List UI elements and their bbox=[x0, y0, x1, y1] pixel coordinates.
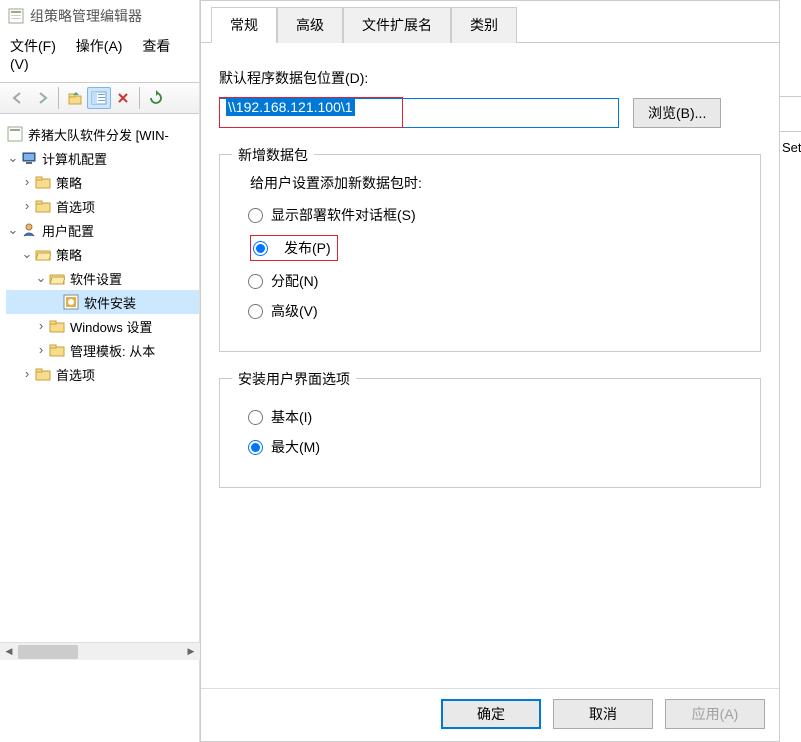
browse-button[interactable]: 浏览(B)... bbox=[633, 98, 721, 128]
folder-icon bbox=[48, 318, 66, 334]
horizontal-scrollbar[interactable]: ◀ ▶ bbox=[0, 642, 200, 660]
left-pane: 组策略管理编辑器 文件(F) 操作(A) 查看(V) 养猪大队软件分发 [ bbox=[0, 0, 200, 742]
show-tree-button[interactable] bbox=[87, 87, 111, 109]
tab-strip: 常规 高级 文件扩展名 类别 bbox=[211, 7, 779, 43]
tree-computer-config[interactable]: ⌄ 计算机配置 bbox=[6, 146, 199, 170]
tool-bar bbox=[0, 82, 199, 114]
folder-icon bbox=[48, 342, 66, 358]
radio-assign-input[interactable] bbox=[248, 274, 263, 289]
tab-general[interactable]: 常规 bbox=[211, 7, 277, 43]
folder-icon bbox=[34, 366, 52, 382]
path-label: 默认程序数据包位置(D): bbox=[219, 68, 761, 88]
tree-uc-policy[interactable]: ⌄ 策略 bbox=[6, 242, 199, 266]
up-button[interactable] bbox=[63, 87, 87, 109]
radio-advanced-input[interactable] bbox=[248, 304, 263, 319]
installer-icon bbox=[62, 294, 80, 310]
radio-publish: 发布(P) bbox=[284, 238, 331, 258]
menu-bar: 文件(F) 操作(A) 查看(V) bbox=[0, 32, 199, 82]
tree-uc-sw-install[interactable]: 软件安装 bbox=[6, 290, 199, 314]
tab-ext[interactable]: 文件扩展名 bbox=[343, 7, 451, 43]
button-row: 确定 取消 应用(A) bbox=[441, 685, 765, 729]
expand-icon[interactable]: › bbox=[34, 343, 48, 358]
tree-cc-pref[interactable]: › 首选项 bbox=[6, 194, 199, 218]
scroll-track[interactable] bbox=[18, 644, 182, 660]
collapse-icon[interactable]: ⌄ bbox=[20, 247, 34, 262]
collapse-icon[interactable]: ⌄ bbox=[34, 271, 48, 286]
refresh-button[interactable] bbox=[144, 87, 168, 109]
computer-icon bbox=[20, 150, 38, 166]
tree-uc-tmpl[interactable]: › 管理模板: 从本 bbox=[6, 338, 199, 362]
scroll-right-icon[interactable]: ▶ bbox=[182, 644, 200, 660]
adjacent-window-peek: Set bbox=[780, 0, 801, 742]
expand-icon[interactable]: › bbox=[34, 319, 48, 334]
properties-dialog: 常规 高级 文件扩展名 类别 默认程序数据包位置(D): \\192.168.1… bbox=[200, 0, 780, 742]
tab-category[interactable]: 类别 bbox=[451, 7, 517, 43]
path-input-wrap: \\192.168.121.100\1 bbox=[219, 98, 619, 128]
scroll-thumb[interactable] bbox=[18, 645, 78, 659]
forward-button[interactable] bbox=[30, 87, 54, 109]
radio-publish-input[interactable] bbox=[253, 241, 268, 256]
app-icon bbox=[8, 8, 24, 24]
folder-icon bbox=[34, 174, 52, 190]
tree-uc-win[interactable]: › Windows 设置 bbox=[6, 314, 199, 338]
path-value: \\192.168.121.100\1 bbox=[226, 98, 355, 116]
folder-open-icon bbox=[34, 246, 52, 262]
expand-icon[interactable]: › bbox=[20, 199, 34, 214]
tree-view[interactable]: 养猪大队软件分发 [WIN- ⌄ 计算机配置 › 策略 › 首选项 ⌄ 用户配置… bbox=[0, 114, 199, 386]
toolbar-separator bbox=[58, 87, 59, 109]
group-ui-options: 安装用户界面选项 基本(I) 最大(M) bbox=[219, 378, 761, 488]
radio-advanced[interactable]: 高级(V) bbox=[248, 301, 742, 321]
radio-basic[interactable]: 基本(I) bbox=[248, 407, 742, 427]
tree-root[interactable]: 养猪大队软件分发 [WIN- bbox=[6, 122, 199, 146]
menu-action[interactable]: 操作(A) bbox=[76, 38, 123, 54]
toolbar-separator-2 bbox=[139, 87, 140, 109]
group-new-package: 新增数据包 给用户设置添加新数据包时: 显示部署软件对话框(S) 发布(P) 分… bbox=[219, 154, 761, 352]
path-input[interactable]: \\192.168.121.100\1 bbox=[219, 98, 619, 128]
title-bar: 组策略管理编辑器 bbox=[0, 0, 199, 32]
group-new-legend: 新增数据包 bbox=[232, 145, 314, 165]
back-button[interactable] bbox=[6, 87, 30, 109]
group-ui-legend: 安装用户界面选项 bbox=[232, 369, 356, 389]
expand-icon[interactable]: › bbox=[20, 175, 34, 190]
cancel-button[interactable]: 取消 bbox=[553, 699, 653, 729]
expand-icon[interactable]: › bbox=[20, 367, 34, 382]
new-sub-label: 给用户设置添加新数据包时: bbox=[250, 173, 742, 193]
tab-content: 默认程序数据包位置(D): \\192.168.121.100\1 浏览(B).… bbox=[201, 42, 779, 672]
highlight-box-radio-icon: 发布(P) bbox=[250, 235, 338, 261]
radio-show-dialog-input[interactable] bbox=[248, 208, 263, 223]
user-icon bbox=[20, 222, 38, 238]
peek-text: Set bbox=[782, 140, 801, 155]
radio-basic-input[interactable] bbox=[248, 410, 263, 425]
radio-show-dialog[interactable]: 显示部署软件对话框(S) bbox=[248, 205, 742, 225]
tree-uc-sw[interactable]: ⌄ 软件设置 bbox=[6, 266, 199, 290]
menu-file[interactable]: 文件(F) bbox=[10, 38, 56, 54]
tree-user-config[interactable]: ⌄ 用户配置 bbox=[6, 218, 199, 242]
scroll-left-icon[interactable]: ◀ bbox=[0, 644, 18, 660]
folder-open-icon bbox=[48, 270, 66, 286]
gpo-icon bbox=[6, 126, 24, 142]
folder-icon bbox=[34, 198, 52, 214]
app-title: 组策略管理编辑器 bbox=[30, 6, 142, 26]
collapse-icon[interactable]: ⌄ bbox=[6, 151, 20, 166]
tab-advanced[interactable]: 高级 bbox=[277, 7, 343, 43]
delete-button[interactable] bbox=[111, 87, 135, 109]
radio-max[interactable]: 最大(M) bbox=[248, 437, 742, 457]
radio-assign[interactable]: 分配(N) bbox=[248, 271, 742, 291]
radio-max-input[interactable] bbox=[248, 440, 263, 455]
ok-button[interactable]: 确定 bbox=[441, 699, 541, 729]
tree-uc-pref[interactable]: › 首选项 bbox=[6, 362, 199, 386]
collapse-icon[interactable]: ⌄ bbox=[6, 223, 20, 238]
apply-button: 应用(A) bbox=[665, 699, 765, 729]
tree-cc-policy[interactable]: › 策略 bbox=[6, 170, 199, 194]
